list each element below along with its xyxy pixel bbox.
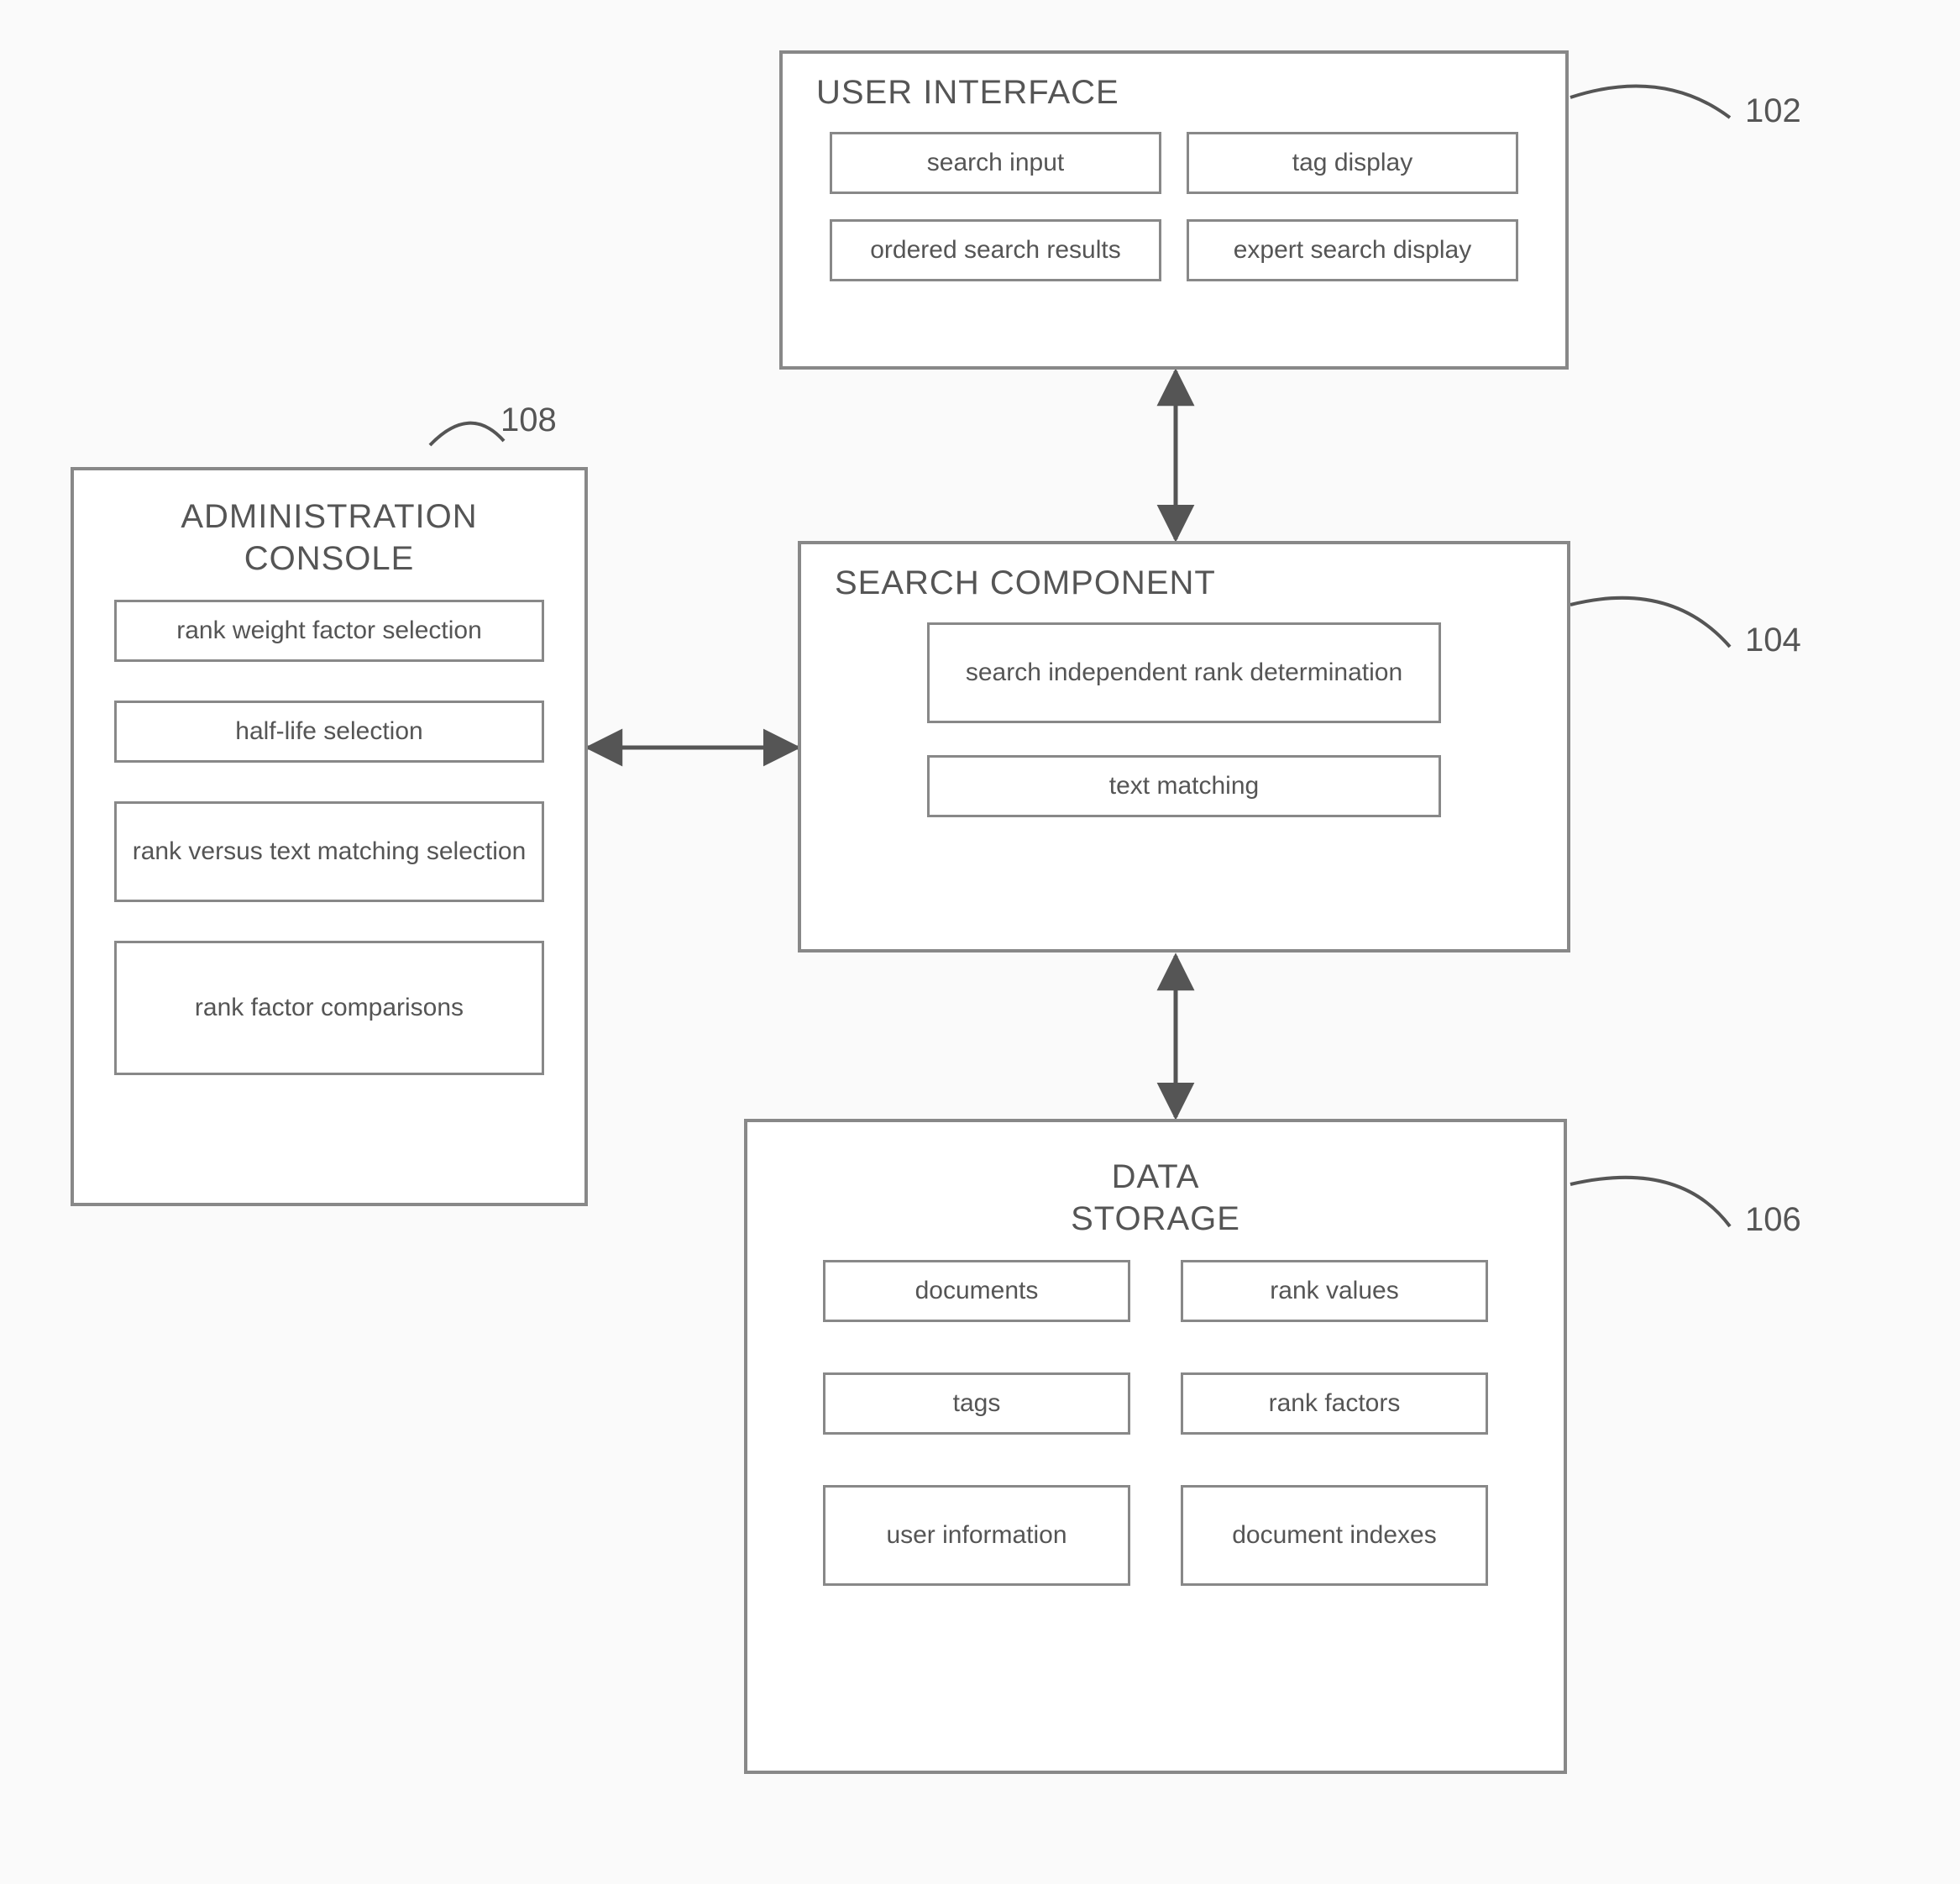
data-storage-title-text: DATA STORAGE: [1046, 1156, 1265, 1240]
data-storage-title: DATA STORAGE: [747, 1156, 1564, 1240]
administration-console-block: ADMINISTRATION CONSOLE rank weight facto…: [71, 467, 588, 1206]
data-storage-block: DATA STORAGE documents rank values tags …: [744, 1119, 1567, 1774]
tag-display-box: tag display: [1187, 132, 1518, 194]
administration-console-title: ADMINISTRATION CONSOLE: [74, 496, 584, 580]
ref-data: 106: [1745, 1201, 1801, 1239]
ref-search: 104: [1745, 622, 1801, 659]
user-information-box: user information: [823, 1485, 1130, 1586]
search-component-items: search independent rank determination te…: [801, 622, 1567, 851]
administration-console-title-text: ADMINISTRATION CONSOLE: [153, 496, 506, 580]
rank-values-box: rank values: [1181, 1260, 1488, 1322]
user-interface-items: search input tag display ordered search …: [783, 132, 1565, 315]
document-indexes-box: document indexes: [1181, 1485, 1488, 1586]
rank-weight-factor-selection-box: rank weight factor selection: [114, 600, 544, 662]
rank-factors-box: rank factors: [1181, 1372, 1488, 1435]
user-interface-block: USER INTERFACE search input tag display …: [779, 50, 1569, 370]
diagram-canvas: 102 104 106 108 USER INTERFACE search in…: [0, 0, 1960, 1884]
search-component-block: SEARCH COMPONENT search independent rank…: [798, 541, 1570, 952]
user-interface-title: USER INTERFACE: [816, 74, 1565, 112]
rank-factor-comparisons-box: rank factor comparisons: [114, 941, 544, 1075]
documents-box: documents: [823, 1260, 1130, 1322]
search-independent-rank-box: search independent rank determination: [927, 622, 1441, 723]
data-storage-items: documents rank values tags rank factors …: [747, 1260, 1564, 1619]
search-component-title: SEARCH COMPONENT: [835, 564, 1567, 602]
administration-console-items: rank weight factor selection half-life s…: [74, 600, 584, 1109]
tags-box: tags: [823, 1372, 1130, 1435]
expert-search-display-box: expert search display: [1187, 219, 1518, 281]
ordered-search-results-box: ordered search results: [830, 219, 1161, 281]
text-matching-box: text matching: [927, 755, 1441, 817]
rank-vs-text-matching-box: rank versus text matching selection: [114, 801, 544, 902]
half-life-selection-box: half-life selection: [114, 701, 544, 763]
ref-ui: 102: [1745, 92, 1801, 130]
ref-admin: 108: [500, 401, 557, 439]
search-input-box: search input: [830, 132, 1161, 194]
